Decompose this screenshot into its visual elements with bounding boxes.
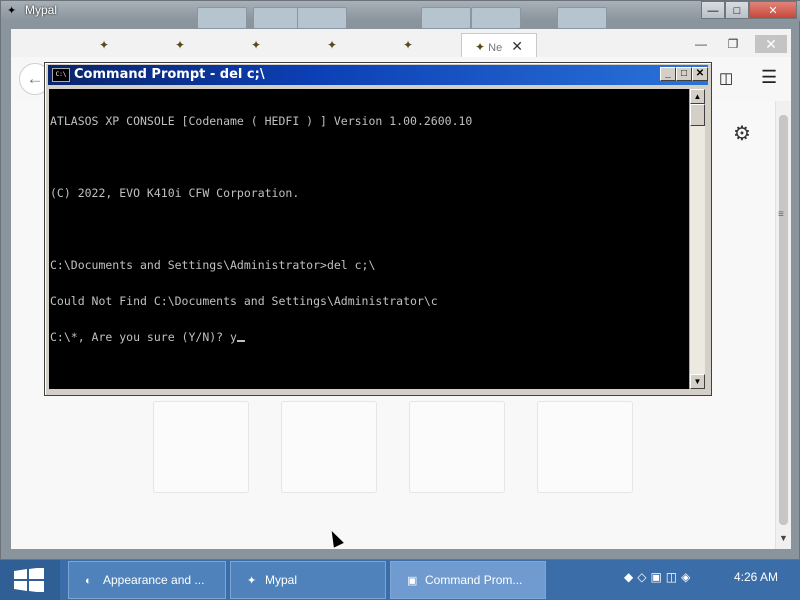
top-site-tile[interactable] [153, 401, 249, 493]
desktop-thumbnail [297, 7, 347, 29]
command-prompt-window: C:\ Command Prompt - del c;\ _ □ ✕ ATLAS… [44, 62, 712, 396]
minimize-button[interactable]: — [701, 1, 725, 19]
console-line: (C) 2022, EVO K410i CFW Corporation. [50, 186, 300, 200]
cmd-window-title: Command Prompt - del c;\ [74, 67, 265, 82]
mypal-icon: ✦ [247, 575, 257, 587]
console-line: C:\Documents and Settings\Administrator>… [50, 258, 376, 272]
taskbar-item-mypal[interactable]: ✦ Mypal [230, 561, 386, 599]
appearance-icon: ◐ [85, 575, 92, 587]
mypal-icon: ✦ [250, 38, 262, 52]
top-site-tile[interactable] [281, 401, 377, 493]
taskbar: ◐ Appearance and ... ✦ Mypal ▣ Command Prom… [0, 560, 800, 600]
browser-tab[interactable]: ✦ [295, 33, 369, 57]
system-tray-icons[interactable]: ◆◇▣◫◈ [624, 570, 694, 590]
cmd-scrollbar-thumb[interactable] [690, 104, 705, 126]
mypal-window-title: Mypal [25, 3, 58, 17]
start-button[interactable] [0, 560, 60, 600]
scrollbar-thumb[interactable] [779, 115, 788, 525]
browser-tab-active[interactable]: ✦ Ne ✕ [461, 33, 537, 57]
mypal-titlebar[interactable]: ✦ Mypal — □ ✕ [1, 1, 800, 29]
taskbar-item-label: Mypal [265, 573, 298, 587]
cmd-icon: ▣ [407, 575, 418, 587]
page-scrollbar[interactable]: ≡ ▼ [775, 101, 791, 549]
mypal-icon: ✦ [402, 38, 414, 52]
tab-label: Ne [488, 42, 503, 54]
text-cursor [236, 340, 245, 342]
browser-tab[interactable]: ✦ [67, 33, 141, 57]
taskbar-item-appearance[interactable]: ◐ Appearance and ... [68, 561, 226, 599]
browser-restore-button[interactable]: ❐ [719, 35, 747, 53]
desktop-thumbnail [421, 7, 471, 29]
cmd-titlebar[interactable]: C:\ Command Prompt - del c;\ _ □ ✕ [48, 65, 708, 85]
tab-strip: ✦ ✦ ✦ ✦ ✦ ✦ Ne ✕ — ❐ ✕ [11, 29, 791, 57]
browser-tab[interactable]: ✦ [371, 33, 445, 57]
hamburger-menu-icon[interactable]: ☰ [761, 67, 777, 88]
desktop-thumbnail [197, 7, 247, 29]
top-site-tile[interactable] [409, 401, 505, 493]
browser-close-button[interactable]: ✕ [755, 35, 787, 53]
desktop-thumbnail [253, 7, 303, 29]
scroll-down-arrow-icon[interactable]: ▼ [690, 374, 705, 389]
scroll-up-arrow-icon[interactable]: ▲ [690, 89, 705, 104]
scrollbar-grip-icon: ≡ [778, 209, 784, 220]
mypal-icon: ✦ [475, 40, 486, 54]
desktop-thumbnail [557, 7, 607, 29]
desktop-thumbnail [471, 7, 521, 29]
taskbar-item-label: Appearance and ... [103, 573, 205, 587]
mypal-app-icon: ✦ [7, 5, 17, 17]
console-line: C:\*, Are you sure (Y/N)? y [50, 330, 237, 344]
close-button[interactable]: ✕ [749, 1, 797, 19]
browser-tab[interactable]: ✦ [143, 33, 217, 57]
cmd-minimize-button[interactable]: _ [660, 67, 676, 81]
cmd-scrollbar[interactable]: ▲ ▼ [689, 89, 705, 389]
cmd-close-button[interactable]: ✕ [692, 67, 708, 81]
cmd-icon: C:\ [52, 68, 70, 82]
console-line: ATLASOS XP CONSOLE [Codename ( HEDFI ) ]… [50, 114, 473, 128]
taskbar-item-command-prompt[interactable]: ▣ Command Prom... [390, 561, 546, 599]
console-output[interactable]: ATLASOS XP CONSOLE [Codename ( HEDFI ) ]… [49, 89, 689, 389]
console-prompt-line: C:\*, Are you sure (Y/N)? y [50, 331, 688, 343]
top-site-tile[interactable] [537, 401, 633, 493]
sidebar-toggle-icon[interactable]: ◫ [719, 69, 733, 87]
windows-logo-icon [14, 568, 44, 592]
mypal-icon: ✦ [326, 38, 338, 52]
console-line: Could Not Find C:\Documents and Settings… [50, 294, 438, 308]
maximize-button[interactable]: □ [725, 1, 749, 19]
close-tab-icon[interactable]: ✕ [511, 38, 523, 54]
scroll-down-arrow-icon[interactable]: ▼ [779, 533, 788, 543]
mypal-icon: ✦ [98, 38, 110, 52]
taskbar-item-label: Command Prom... [425, 573, 523, 587]
mypal-icon: ✦ [174, 38, 186, 52]
cmd-maximize-button[interactable]: □ [676, 67, 692, 81]
gear-icon[interactable]: ⚙ [733, 121, 751, 146]
browser-tab[interactable]: ✦ [219, 33, 293, 57]
browser-minimize-button[interactable]: — [687, 35, 715, 53]
taskbar-clock[interactable]: 4:26 AM [718, 570, 794, 584]
